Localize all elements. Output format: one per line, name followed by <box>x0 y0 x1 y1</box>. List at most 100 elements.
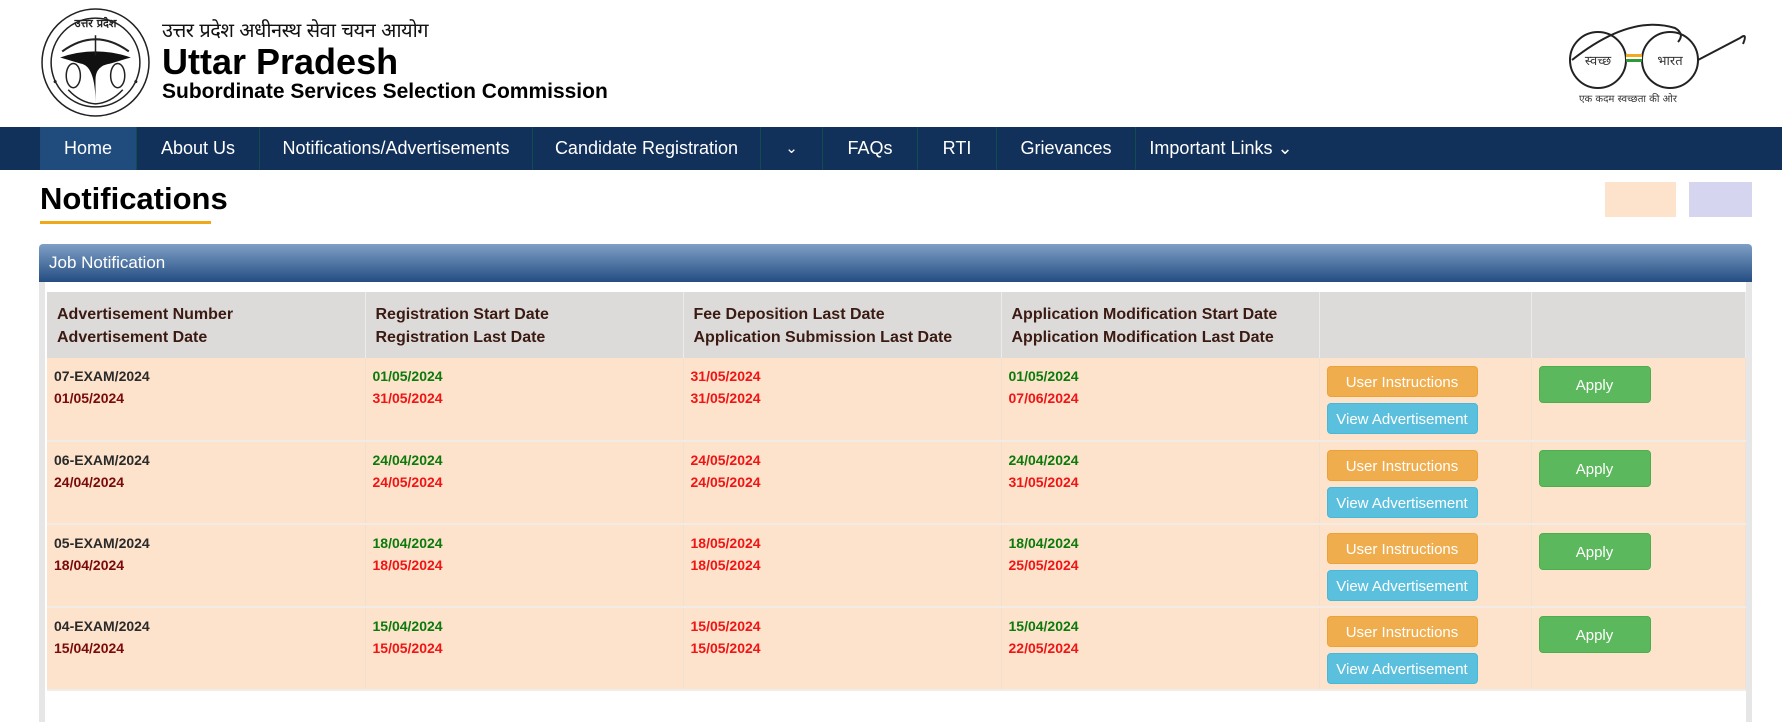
site-header: उत्तर प्रदेश उत्तर प्रदेश अधीनस्थ सेवा च… <box>0 0 1782 127</box>
application-submission-last-date: 18/05/2024 <box>690 557 761 573</box>
registration-start-date: 01/05/2024 <box>372 368 443 384</box>
nav-rti[interactable]: RTI <box>918 127 997 170</box>
modification-last-date: 22/05/2024 <box>1008 640 1079 656</box>
panel-header: Job Notification <box>39 244 1752 282</box>
advertisement-number: 05-EXAM/2024 <box>54 535 150 551</box>
view-advertisement-button[interactable]: View Advertisement <box>1326 653 1478 684</box>
advertisement-date: 01/05/2024 <box>54 390 125 406</box>
cell-apply: Apply <box>1531 607 1746 691</box>
modification-start-date: 15/04/2024 <box>1008 618 1079 634</box>
nav-candidate-registration[interactable]: Candidate Registration <box>533 127 761 170</box>
cell-advertisement: 06-EXAM/2024 24/04/2024 <box>47 441 366 525</box>
registration-start-date: 15/04/2024 <box>372 618 443 634</box>
registration-last-date: 18/05/2024 <box>372 557 443 573</box>
nav-important-links[interactable]: Important Links ⌄ <box>1136 127 1306 170</box>
application-submission-last-date: 24/05/2024 <box>690 474 761 490</box>
table-row: 05-EXAM/2024 18/04/2024 18/04/2024 18/05/20… <box>47 524 1746 608</box>
user-instructions-button[interactable]: User Instructions <box>1326 450 1478 481</box>
svg-text:उत्तर प्रदेश: उत्तर प्रदेश <box>74 16 117 30</box>
cell-apply: Apply <box>1531 441 1746 525</box>
site-subtitle: Subordinate Services Selection Commissio… <box>162 80 608 103</box>
advertisement-number: 07-EXAM/2024 <box>54 368 150 384</box>
advertisement-number: 04-EXAM/2024 <box>54 618 150 634</box>
col-header-registration: Registration Start Date Registration Last… <box>365 292 684 358</box>
nav-about-us[interactable]: About Us <box>137 127 260 170</box>
up-govt-emblem-icon: उत्तर प्रदेश <box>41 8 150 117</box>
table-row: 07-EXAM/2024 01/05/2024 01/05/2024 31/05/20… <box>47 358 1746 442</box>
modification-last-date: 25/05/2024 <box>1008 557 1079 573</box>
cell-registration: 01/05/2024 31/05/2024 <box>365 358 684 442</box>
fee-deposition-last-date: 15/05/2024 <box>690 618 761 634</box>
fee-deposition-last-date: 18/05/2024 <box>690 535 761 551</box>
job-notification-table: Advertisement Number Advertisement Date R… <box>47 292 1746 691</box>
advertisement-date: 18/04/2024 <box>54 557 125 573</box>
registration-start-date: 18/04/2024 <box>372 535 443 551</box>
apply-button[interactable]: Apply <box>1538 533 1651 570</box>
cell-modification: 01/05/2024 07/06/2024 <box>1001 358 1320 442</box>
view-advertisement-button[interactable]: View Advertisement <box>1326 570 1478 601</box>
legend-color-box-peach <box>1605 182 1676 217</box>
modification-start-date: 24/04/2024 <box>1008 452 1079 468</box>
nav-grievances[interactable]: Grievances <box>997 127 1136 170</box>
table-row: 06-EXAM/2024 24/04/2024 24/04/2024 24/05/20… <box>47 441 1746 525</box>
site-title: Uttar Pradesh <box>162 41 399 82</box>
nav-faqs[interactable]: FAQs <box>823 127 918 170</box>
cell-advertisement: 04-EXAM/2024 15/04/2024 <box>47 607 366 691</box>
legend-color-box-lavender <box>1689 182 1752 217</box>
cell-fee-submission: 31/05/2024 31/05/2024 <box>683 358 1002 442</box>
page-title: Notifications <box>40 181 228 216</box>
fee-deposition-last-date: 31/05/2024 <box>690 368 761 384</box>
apply-button[interactable]: Apply <box>1538 450 1651 487</box>
cell-advertisement: 07-EXAM/2024 01/05/2024 <box>47 358 366 442</box>
advertisement-number: 06-EXAM/2024 <box>54 452 150 468</box>
nav-notifications-advertisements[interactable]: Notifications/Advertisements <box>260 127 533 170</box>
hindi-title: उत्तर प्रदेश अधीनस्थ सेवा चयन आयोग <box>162 18 429 42</box>
nav-home[interactable]: Home <box>40 127 137 170</box>
swachh-right-text: भारत <box>1657 54 1683 69</box>
cell-registration: 18/04/2024 18/05/2024 <box>365 524 684 608</box>
cell-fee-submission: 18/05/2024 18/05/2024 <box>683 524 1002 608</box>
cell-actions: User Instructions View Advertisement <box>1319 441 1532 525</box>
swachh-bharat-logo-icon: स्वच्छ भारत एक कदम स्वच्छता की ओर <box>1569 23 1746 105</box>
swachh-left-text: स्वच्छ <box>1585 54 1612 69</box>
registration-last-date: 24/05/2024 <box>372 474 443 490</box>
cell-modification: 24/04/2024 31/05/2024 <box>1001 441 1320 525</box>
user-instructions-button[interactable]: User Instructions <box>1326 366 1478 397</box>
apply-button[interactable]: Apply <box>1538 366 1651 403</box>
cell-fee-submission: 15/05/2024 15/05/2024 <box>683 607 1002 691</box>
modification-last-date: 31/05/2024 <box>1008 474 1079 490</box>
cell-modification: 15/04/2024 22/05/2024 <box>1001 607 1320 691</box>
col-header-advertisement: Advertisement Number Advertisement Date <box>47 292 366 358</box>
user-instructions-button[interactable]: User Instructions <box>1326 616 1478 647</box>
cell-apply: Apply <box>1531 358 1746 442</box>
cell-actions: User Instructions View Advertisement <box>1319 358 1532 442</box>
cell-actions: User Instructions View Advertisement <box>1319 524 1532 608</box>
col-header-actions <box>1319 292 1532 358</box>
registration-start-date: 24/04/2024 <box>372 452 443 468</box>
main-nav: Home About Us Notifications/Advertisemen… <box>0 127 1782 170</box>
modification-start-date: 18/04/2024 <box>1008 535 1079 551</box>
fee-deposition-last-date: 24/05/2024 <box>690 452 761 468</box>
view-advertisement-button[interactable]: View Advertisement <box>1326 487 1478 518</box>
table-header-row: Advertisement Number Advertisement Date R… <box>47 292 1746 358</box>
modification-start-date: 01/05/2024 <box>1008 368 1079 384</box>
view-advertisement-button[interactable]: View Advertisement <box>1326 403 1478 434</box>
title-underline <box>40 221 211 224</box>
nav-candidate-registration-dropdown-chevron-icon[interactable]: ⌄ <box>761 127 823 170</box>
cell-actions: User Instructions View Advertisement <box>1319 607 1532 691</box>
col-header-fee-submission: Fee Deposition Last Date Application Subm… <box>683 292 1002 358</box>
table-row: 04-EXAM/2024 15/04/2024 15/04/2024 15/05/20… <box>47 607 1746 691</box>
cell-advertisement: 05-EXAM/2024 18/04/2024 <box>47 524 366 608</box>
cell-modification: 18/04/2024 25/05/2024 <box>1001 524 1320 608</box>
apply-button[interactable]: Apply <box>1538 616 1651 653</box>
modification-last-date: 07/06/2024 <box>1008 390 1079 406</box>
application-submission-last-date: 31/05/2024 <box>690 390 761 406</box>
cell-fee-submission: 24/05/2024 24/05/2024 <box>683 441 1002 525</box>
registration-last-date: 31/05/2024 <box>372 390 443 406</box>
col-header-apply <box>1531 292 1746 358</box>
advertisement-date: 15/04/2024 <box>54 640 125 656</box>
cell-apply: Apply <box>1531 524 1746 608</box>
user-instructions-button[interactable]: User Instructions <box>1326 533 1478 564</box>
cell-registration: 15/04/2024 15/05/2024 <box>365 607 684 691</box>
application-submission-last-date: 15/05/2024 <box>690 640 761 656</box>
